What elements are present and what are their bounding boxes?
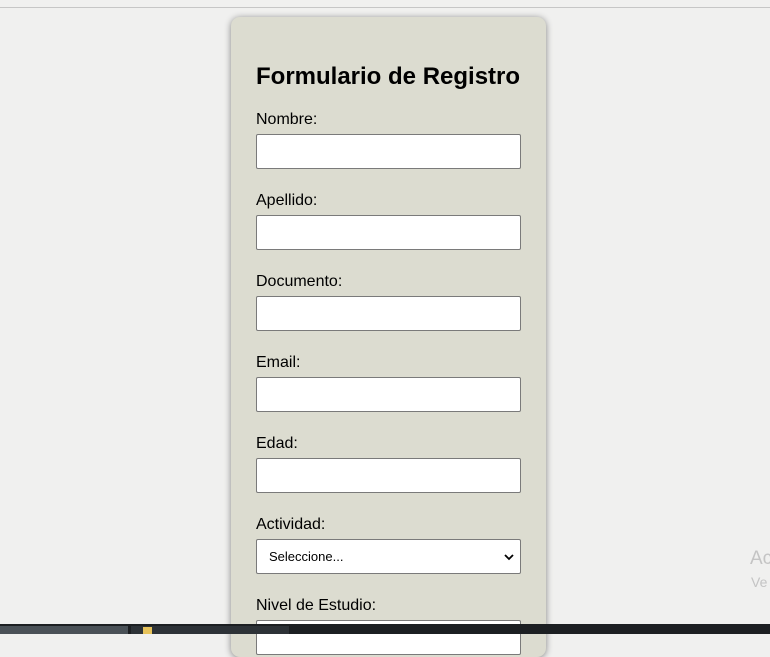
taskbar-item[interactable] — [131, 626, 289, 634]
nombre-label: Nombre: — [256, 111, 318, 128]
email-input[interactable] — [256, 377, 521, 412]
apellido-input[interactable] — [256, 215, 521, 250]
taskbar-item[interactable] — [0, 626, 128, 634]
documento-input[interactable] — [256, 296, 521, 331]
activation-watermark-line2: Ve — [751, 574, 768, 590]
form-title: Formulario de Registro — [256, 63, 521, 90]
apellido-label: Apellido: — [256, 192, 318, 209]
taskbar — [0, 624, 770, 634]
registration-form-card: Formulario de Registro Nombre: Apellido:… — [231, 17, 546, 657]
actividad-select[interactable]: Seleccione... — [256, 539, 521, 574]
activation-watermark-line1: Ac — [750, 548, 770, 569]
browser-top-border — [0, 7, 770, 8]
nivel-estudio-label: Nivel de Estudio: — [256, 597, 377, 614]
documento-label: Documento: — [256, 273, 343, 290]
email-label: Email: — [256, 354, 301, 371]
actividad-label: Actividad: — [256, 516, 326, 533]
edad-input[interactable] — [256, 458, 521, 493]
edad-label: Edad: — [256, 435, 298, 452]
nombre-input[interactable] — [256, 134, 521, 169]
folder-icon — [143, 627, 152, 634]
actividad-selected-value: Seleccione... — [269, 549, 344, 564]
chevron-down-icon — [504, 554, 514, 561]
